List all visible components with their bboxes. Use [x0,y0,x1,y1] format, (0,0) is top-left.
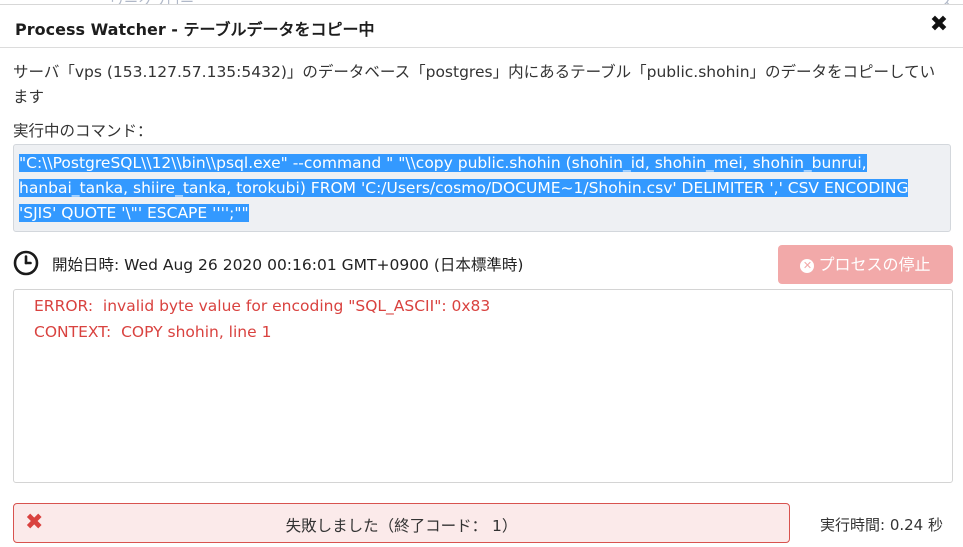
start-time-text: 開始日時: Wed Aug 26 2020 00:16:01 GMT+0900 … [52,256,524,274]
command-label: 実行中のコマンド： [13,122,153,140]
status-text: 失敗しました（終了コード： 1） [285,517,518,535]
elapsed-time: 実行時間: 0.24 秒 [820,516,943,534]
start-time-row: 開始日時: Wed Aug 26 2020 00:16:01 GMT+0900 … [13,248,613,278]
process-description: サーバ「vps (153.127.57.135:5432)」のデータベース「po… [13,63,936,106]
dialog-titlebar: Process Watcher - テーブルデータをコピー中 ✖ [0,5,963,48]
clock-icon [13,250,39,276]
process-watcher-dialog: Process Watcher - テーブルデータをコピー中 ✖ サーバ「vps… [0,4,963,547]
log-line: ERROR: invalid byte value for encoding "… [34,297,491,315]
dialog-title: Process Watcher - テーブルデータをコピー中 [15,20,375,39]
command-box[interactable]: "C:\\PostgreSQL\\12\\bin\\psql.exe" --co… [13,144,951,232]
stop-process-button[interactable]: ✕ プロセスの停止 [778,245,953,284]
stop-process-label: プロセスの停止 [818,255,931,274]
process-log[interactable]: ERROR: invalid byte value for encoding "… [13,289,953,483]
status-banner: ✖ 失敗しました（終了コード： 1） [13,503,790,543]
log-line: CONTEXT: COPY shohin, line 1 [34,323,272,341]
times-circle-icon: ✕ [800,259,815,273]
close-icon[interactable]: ✖ [927,13,951,37]
command-text: "C:\\PostgreSQL\\12\\bin\\psql.exe" --co… [19,154,909,222]
